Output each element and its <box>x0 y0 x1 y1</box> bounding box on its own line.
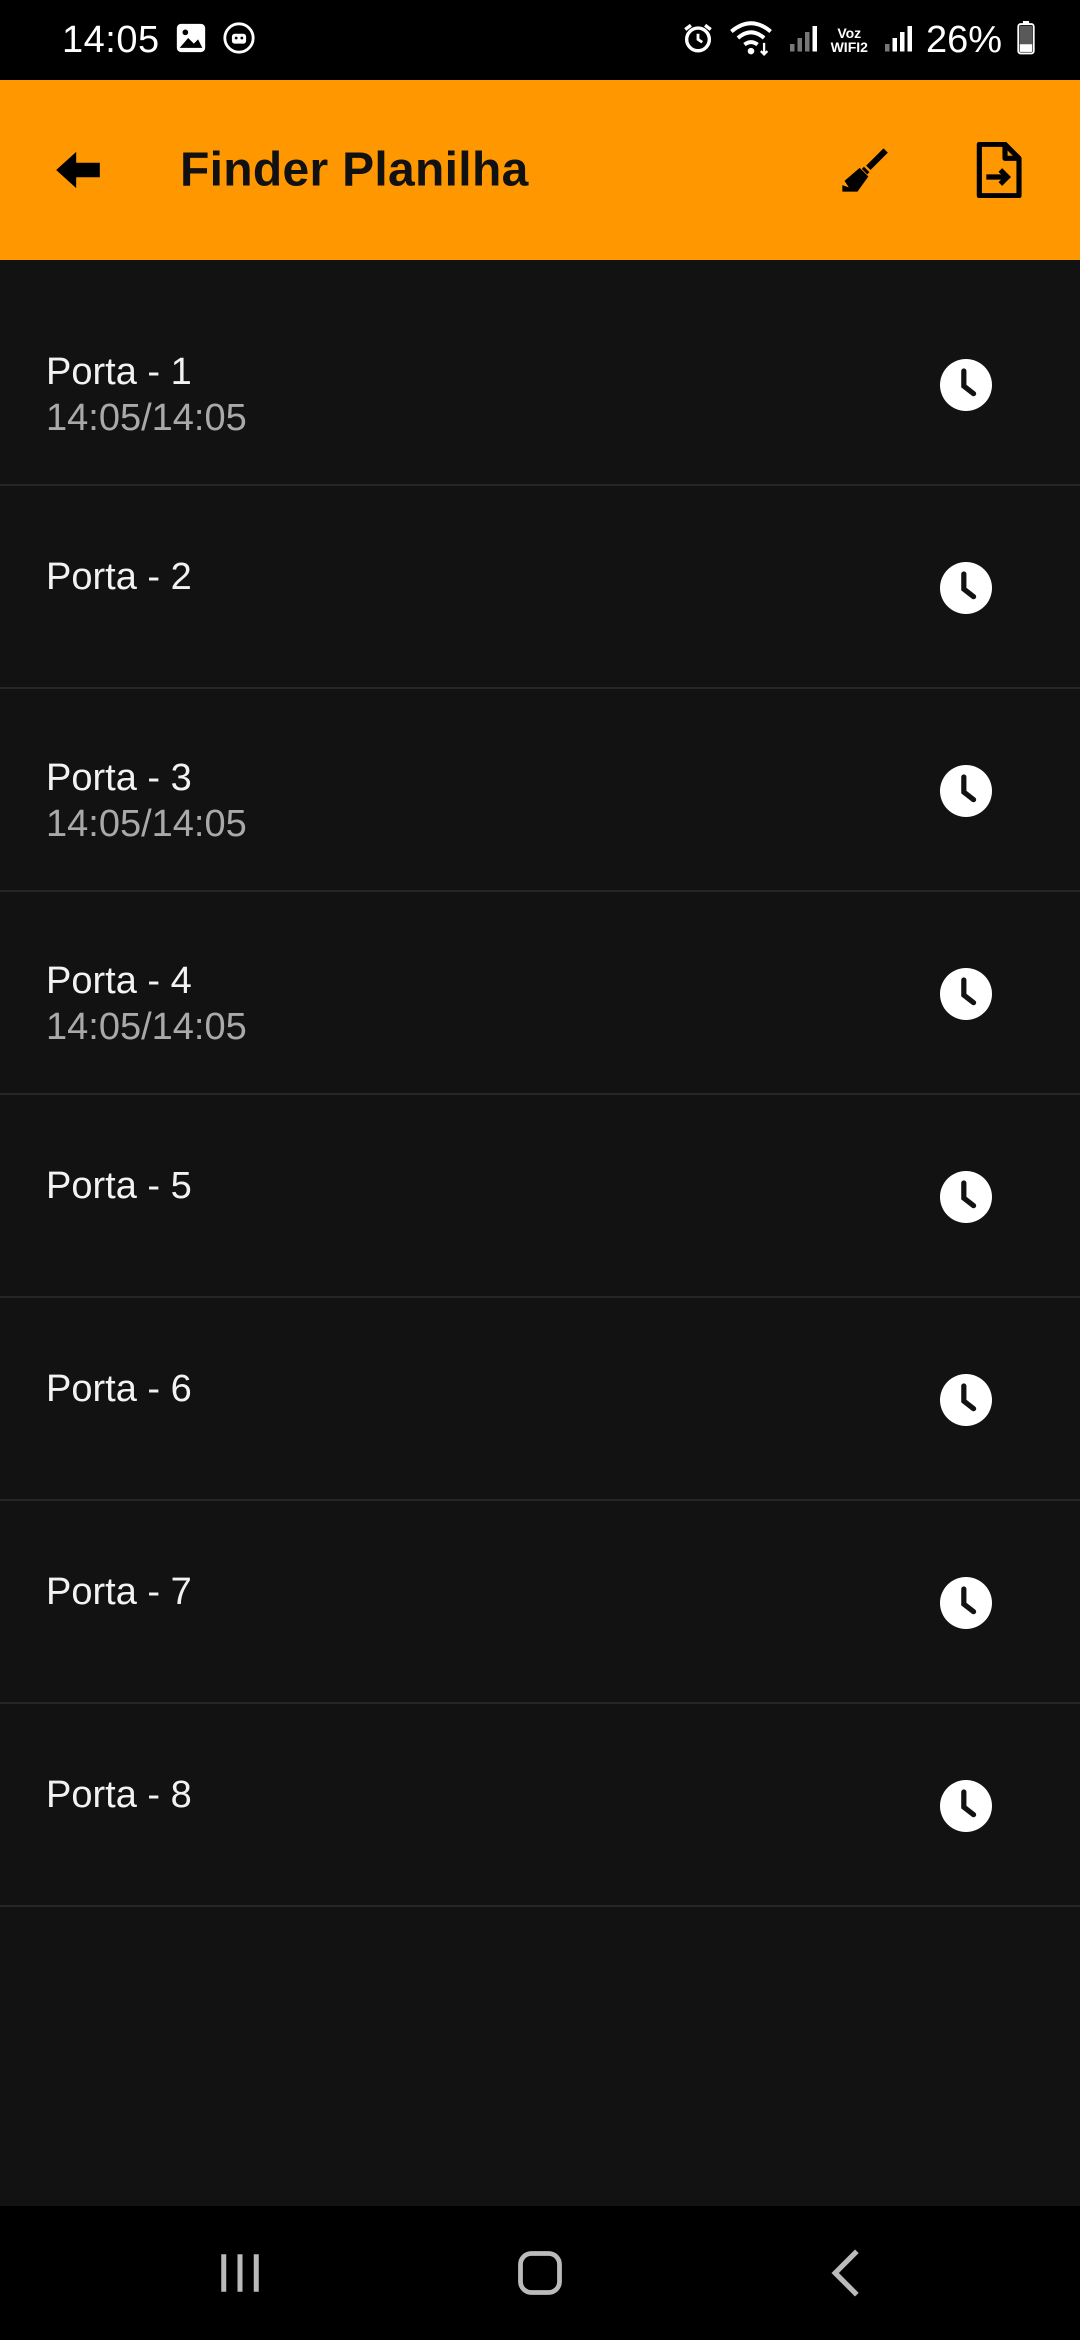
clock-icon <box>940 359 992 411</box>
wifi-icon <box>729 20 773 61</box>
clock-button[interactable] <box>940 1780 992 1832</box>
porta-label: Porta - 8 <box>46 1774 192 1816</box>
battery-percent: 26% <box>925 18 1002 61</box>
back-icon <box>831 2249 859 2297</box>
clock-icon <box>940 765 992 817</box>
clock-button[interactable] <box>940 968 992 1020</box>
status-bar-left: 14:05 <box>62 19 256 62</box>
app-notification-icon <box>222 21 256 60</box>
clock-button[interactable] <box>940 1374 992 1426</box>
clock-icon <box>940 562 992 614</box>
home-icon <box>518 2251 562 2295</box>
broom-icon <box>842 148 888 192</box>
porta-label: Porta - 4 <box>46 960 192 1002</box>
clock-button[interactable] <box>940 765 992 817</box>
status-time: 14:05 <box>62 18 160 61</box>
clock-icon <box>940 1171 992 1223</box>
list-item[interactable]: Porta - 2 <box>0 486 1080 689</box>
status-bar-right: Voz WIFI2 26% <box>681 19 1036 62</box>
list-item[interactable]: Porta - 6 <box>0 1298 1080 1501</box>
porta-time: 14:05/14:05 <box>46 1006 247 1048</box>
list-item[interactable]: Porta - 1 14:05/14:05 <box>0 283 1080 486</box>
status-bar: 14:05 Voz WIFI2 26% <box>0 0 1080 80</box>
list-item[interactable]: Porta - 7 <box>0 1501 1080 1704</box>
voz-line2: WIFI2 <box>830 39 868 55</box>
clock-icon <box>940 1577 992 1629</box>
file-export-icon <box>976 142 1022 198</box>
porta-label: Porta - 7 <box>46 1571 192 1613</box>
signal-icon-1 <box>787 23 817 58</box>
alarm-icon <box>681 21 715 60</box>
porta-label: Porta - 2 <box>46 556 192 598</box>
list-item[interactable]: Porta - 3 14:05/14:05 <box>0 689 1080 892</box>
clock-icon <box>940 1374 992 1426</box>
export-button[interactable] <box>966 138 1030 202</box>
porta-label: Porta - 6 <box>46 1368 192 1410</box>
system-back-button[interactable] <box>806 2240 886 2306</box>
app-bar: Finder Planilha <box>0 80 1080 260</box>
porta-time: 14:05/14:05 <box>46 397 247 439</box>
porta-label: Porta - 1 <box>46 351 192 393</box>
clock-icon <box>940 968 992 1020</box>
arrow-left-icon <box>56 151 100 189</box>
navigation-bar <box>0 2206 1080 2340</box>
clock-button[interactable] <box>940 359 992 411</box>
list-item[interactable]: Porta - 8 <box>0 1704 1080 1907</box>
recents-button[interactable] <box>200 2240 280 2306</box>
clock-button[interactable] <box>940 1577 992 1629</box>
app-screen: 14:05 Voz WIFI2 26% Finder Planilha Port… <box>0 0 1080 2340</box>
back-button[interactable] <box>48 140 108 200</box>
porta-label: Porta - 5 <box>46 1165 192 1207</box>
recents-icon <box>221 2254 259 2292</box>
home-button[interactable] <box>500 2240 580 2306</box>
signal-icon-2 <box>882 23 912 58</box>
list-item[interactable]: Porta - 5 <box>0 1095 1080 1298</box>
battery-icon <box>1016 20 1036 60</box>
clock-button[interactable] <box>940 562 992 614</box>
clock-button[interactable] <box>940 1171 992 1223</box>
clock-icon <box>940 1780 992 1832</box>
porta-time: 14:05/14:05 <box>46 803 247 845</box>
gallery-icon <box>174 21 208 60</box>
porta-label: Porta - 3 <box>46 757 192 799</box>
page-title: Finder Planilha <box>180 143 529 197</box>
clear-button[interactable] <box>832 138 896 202</box>
list-item[interactable]: Porta - 4 14:05/14:05 <box>0 892 1080 1095</box>
porta-list: Porta - 1 14:05/14:05 Porta - 2 Porta - 3 14… <box>0 283 1080 1907</box>
voz-wifi-indicator: Voz WIFI2 <box>831 26 868 54</box>
